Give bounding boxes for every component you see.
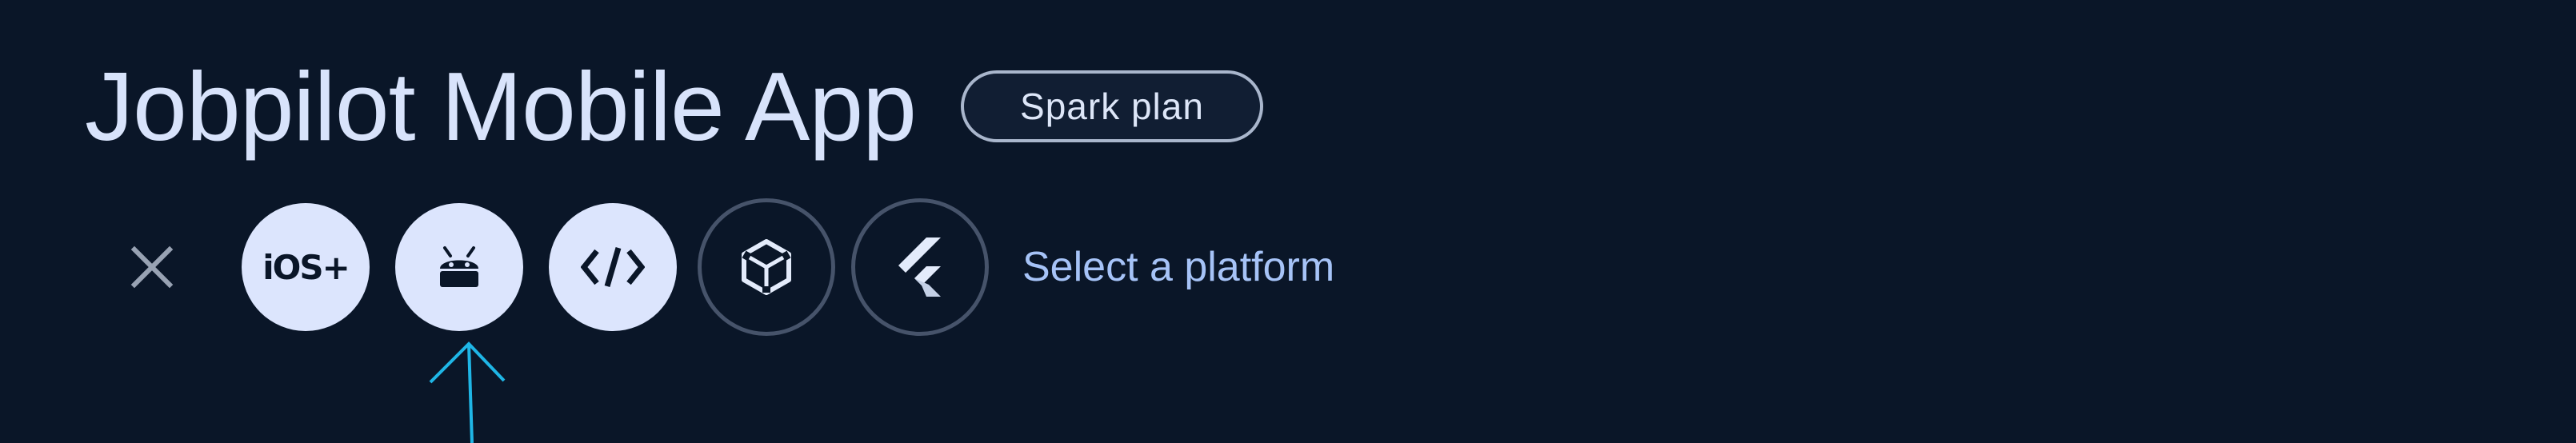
plan-badge[interactable]: Spark plan <box>961 70 1263 142</box>
platform-android-button[interactable] <box>395 203 523 331</box>
page-title: Jobpilot Mobile App <box>85 52 917 161</box>
ios-plus-icon: iOS+ <box>262 247 350 287</box>
platform-selector: iOS+ Select a platform <box>0 198 2576 336</box>
page: Jobpilot Mobile App Spark plan iOS+ Sele… <box>0 0 2576 443</box>
platform-flutter-button[interactable] <box>851 198 989 336</box>
code-brackets-icon <box>581 247 645 287</box>
platform-ios-button[interactable]: iOS+ <box>242 203 370 331</box>
platform-unity-button[interactable] <box>698 198 835 336</box>
annotation-arrow-icon <box>429 341 506 443</box>
close-icon <box>130 245 174 289</box>
unity-icon <box>742 239 791 295</box>
title-row: Jobpilot Mobile App Spark plan <box>85 46 1263 166</box>
flutter-icon <box>898 237 941 297</box>
close-button[interactable] <box>120 235 184 299</box>
platform-web-button[interactable] <box>549 203 677 331</box>
select-platform-link[interactable]: Select a platform <box>1022 243 1334 291</box>
android-icon <box>440 246 478 287</box>
